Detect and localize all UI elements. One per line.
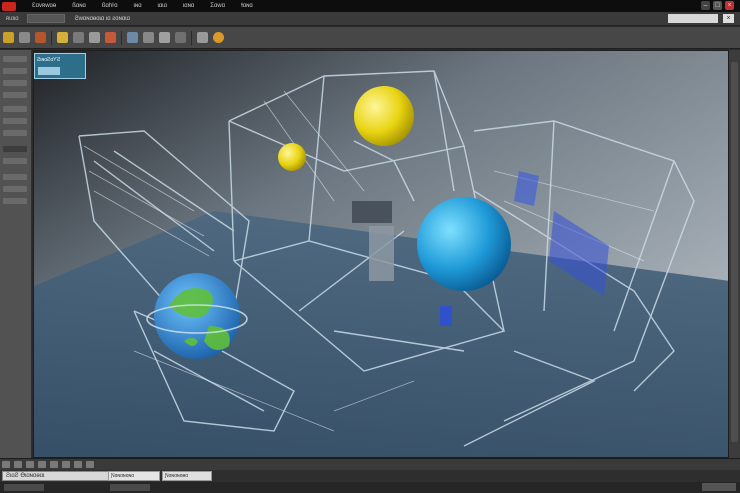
central-pedestal — [369, 226, 394, 281]
status-segment — [110, 484, 150, 491]
document-title: Ƨwɑɴɑɵɑɩɑ ɩɑ ƨɑɴɑɩɑ — [74, 15, 130, 22]
toolbar-divider — [121, 30, 122, 45]
status-segment — [4, 484, 44, 491]
scrollbar-thumb[interactable] — [731, 62, 738, 442]
status-field-mid[interactable]: Ɲɑɴɑɴɑɴɑ — [108, 471, 160, 481]
close-button[interactable]: × — [725, 1, 734, 10]
brand-badge — [702, 483, 736, 491]
scene-canvas — [34, 51, 728, 457]
save-icon[interactable] — [35, 32, 46, 43]
maximize-button[interactable]: □ — [713, 1, 722, 10]
document-bar: ʀɩɑɩɑ Ƨwɑɴɑɵɑɩɑ ɩɑ ƨɑɴɑɩɑ × — [0, 12, 740, 26]
panel-item[interactable] — [3, 130, 27, 136]
app-logo-icon — [2, 1, 16, 11]
menu-item-4[interactable]: ɩɴɑ — [134, 3, 142, 9]
rotate-tool-icon[interactable] — [89, 32, 100, 43]
status-right-text: Ɲɑɴɑɴɑɵɑ — [165, 473, 189, 479]
search-input[interactable] — [668, 14, 718, 23]
status-mid-text: Ɲɑɴɑɴɑɴɑ — [111, 473, 135, 479]
viewport-info-text: ƧɩɴɑƧɑƳƧ — [37, 57, 61, 63]
fast-forward-button[interactable] — [50, 461, 58, 468]
menu-item-6[interactable]: ɩɑɴɑ — [183, 3, 194, 9]
menu-item-7[interactable]: Ʃɑwɑ — [210, 3, 225, 9]
viewport-info-thumbnail — [38, 67, 60, 75]
panel-item[interactable] — [3, 92, 27, 98]
menu-item-3[interactable]: ßɑhŀɑ — [102, 3, 118, 9]
menu-item-8[interactable]: ɬɑɴɑ — [241, 3, 253, 9]
yellow-sphere-large — [354, 86, 414, 146]
panel-item[interactable] — [3, 198, 27, 204]
menu-item-5[interactable]: ɩɑɩɑ — [158, 3, 167, 9]
new-file-icon[interactable] — [3, 32, 14, 43]
status-bar: ƧɩɑƧ Ɵɩɑɴɑɵɑɩ Ɲɑɴɑɴɑɴɑ Ɲɑɴɑɴɑɵɑ — [0, 470, 740, 493]
move-tool-icon[interactable] — [73, 32, 84, 43]
snap-icon[interactable] — [159, 32, 170, 43]
timeline-bar — [0, 458, 740, 470]
tool-panel — [0, 50, 32, 458]
status-left-text: ƧɩɑƧ Ɵɩɑɴɑɵɑɩ — [6, 473, 45, 479]
panel-item[interactable] — [3, 146, 27, 152]
pedestal-head — [352, 201, 392, 223]
toolbar-divider — [191, 30, 192, 45]
workspace-label: ʀɩɑɩɑ — [6, 15, 19, 22]
yellow-sphere-small — [278, 143, 306, 171]
panel-item[interactable] — [3, 174, 27, 180]
panel-item[interactable] — [3, 68, 27, 74]
vertical-scrollbar[interactable] — [729, 50, 740, 458]
step-forward-button[interactable] — [38, 461, 46, 468]
status-field-right[interactable]: Ɲɑɴɑɴɑɵɑ — [162, 471, 212, 481]
scale-tool-icon[interactable] — [105, 32, 116, 43]
render-icon[interactable] — [197, 32, 208, 43]
panel-item[interactable] — [3, 80, 27, 86]
main-toolbar — [0, 27, 740, 49]
panel-item[interactable] — [3, 56, 27, 62]
status-lower-strip — [0, 482, 740, 493]
light-icon[interactable] — [175, 32, 186, 43]
panel-item[interactable] — [3, 158, 27, 164]
minimize-button[interactable]: – — [701, 1, 710, 10]
toolbar-divider — [51, 30, 52, 45]
play-button[interactable] — [26, 461, 34, 468]
close-document-button[interactable]: × — [723, 14, 734, 23]
panel-item[interactable] — [3, 118, 27, 124]
blue-beaker — [440, 306, 452, 326]
menu-item-2[interactable]: ßɑɴɑ — [72, 3, 86, 9]
keyframe-button[interactable] — [74, 461, 82, 468]
panel-item[interactable] — [3, 106, 27, 112]
menu-bar: Ɛɑvʀwɑɵ ßɑɴɑ ßɑhŀɑ ɩɴɑ ɩɑɩɑ ɩɑɴɑ Ʃɑwɑ ɬɑ… — [0, 0, 740, 12]
open-icon[interactable] — [19, 32, 30, 43]
app-window: Ɛɑvʀwɑɵ ßɑɴɑ ßɑhŀɑ ɩɴɑ ɩɑɩɑ ɩɑɴɑ Ʃɑwɑ ɬɑ… — [0, 0, 740, 493]
3d-viewport[interactable] — [33, 50, 729, 458]
loop-button[interactable] — [62, 461, 70, 468]
camera-icon[interactable] — [127, 32, 138, 43]
viewport-info-badge[interactable]: ƧɩɴɑƧɑƳƧ — [34, 53, 86, 79]
step-back-button[interactable] — [14, 461, 22, 468]
rewind-button[interactable] — [2, 461, 10, 468]
grid-icon[interactable] — [143, 32, 154, 43]
panel-item[interactable] — [3, 186, 27, 192]
material-icon[interactable] — [213, 32, 224, 43]
record-button[interactable] — [86, 461, 94, 468]
document-tab[interactable] — [26, 14, 65, 23]
menu-item-1[interactable]: Ɛɑvʀwɑɵ — [32, 3, 56, 9]
window-controls: – □ × — [701, 1, 734, 10]
blue-sphere — [417, 197, 511, 291]
select-tool-icon[interactable] — [57, 32, 68, 43]
